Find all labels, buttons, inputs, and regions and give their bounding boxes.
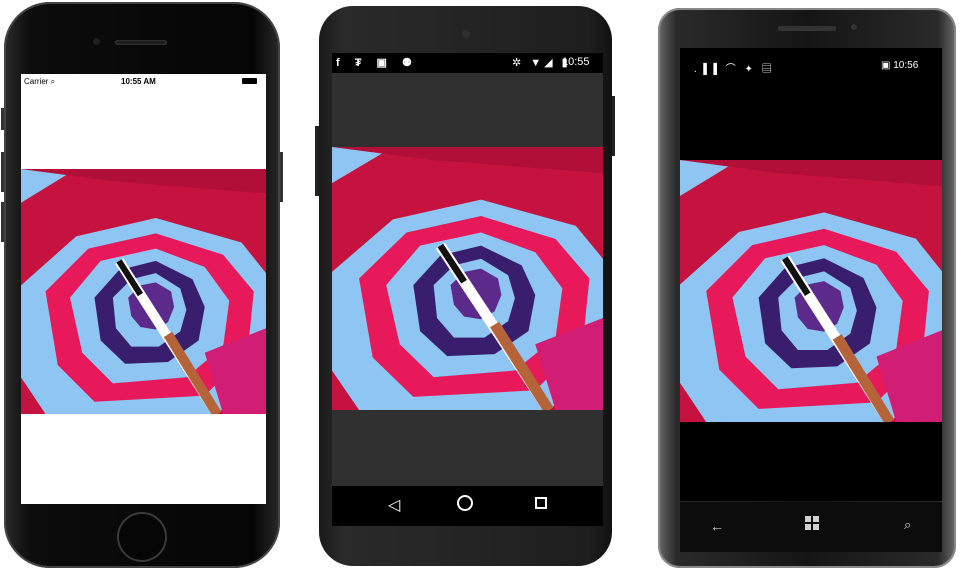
android-status-bar: f ₮ ▣ ⚉ ✲ ▼◢ ▮ 10:55 [332,53,603,73]
balloon-photo-art [21,169,266,414]
android-device: f ₮ ▣ ⚉ ✲ ▼◢ ▮ 10:55 ◁ [315,6,615,566]
volume-rocker[interactable] [612,96,615,156]
ios-screen: Carrier ⌕ 10:55 AM [21,74,266,504]
search-icon[interactable]: ⌕ [904,517,911,533]
status-time: ▣ 10:56 [881,60,919,71]
earpiece-speaker [115,40,167,45]
volume-down-button[interactable] [1,202,4,242]
balloon-image [332,147,603,410]
status-time: 10:55 [562,56,590,68]
back-icon[interactable]: ◁ [388,495,400,515]
front-camera [93,38,100,45]
ios-status-bar: Carrier ⌕ 10:55 AM [21,74,266,88]
status-time: 10:55 AM [121,77,156,86]
home-icon[interactable] [457,495,473,511]
recent-apps-icon[interactable] [535,497,547,509]
android-nav-bar: ◁ [332,486,603,526]
balloon-photo-art [332,147,603,410]
earpiece-speaker [778,26,836,31]
windows-screen: .▐▐ ⌒ ✦ ▤ ▣ 10:56 [680,48,942,501]
front-camera [462,30,470,38]
home-button[interactable] [117,512,167,562]
signal-icons: .▐▐ ⌒ ✦ ▤ [694,64,775,75]
volume-up-button[interactable] [1,152,4,192]
windows-start-icon[interactable] [805,516,819,530]
power-button[interactable] [315,126,319,196]
power-button[interactable] [280,152,283,202]
android-screen: f ₮ ▣ ⚉ ✲ ▼◢ ▮ 10:55 ◁ [332,53,603,526]
windows-status-bar: .▐▐ ⌒ ✦ ▤ ▣ 10:56 [680,48,942,78]
carrier-label: Carrier ⌕ [24,77,56,86]
mute-switch[interactable] [1,108,4,130]
windows-phone-device: .▐▐ ⌒ ✦ ▤ ▣ 10:56 ← ⌕ [658,8,956,568]
back-arrow-icon[interactable]: ← [710,518,724,534]
balloon-image [680,160,942,422]
balloon-photo-art [680,160,942,422]
balloon-image [21,169,266,414]
battery-icon [242,78,257,84]
notification-icons: f ₮ ▣ ⚉ [336,57,418,69]
front-camera [851,24,857,30]
iphone-device: Carrier ⌕ 10:55 AM [1,2,283,568]
windows-nav-bar: ← ⌕ [680,502,942,552]
